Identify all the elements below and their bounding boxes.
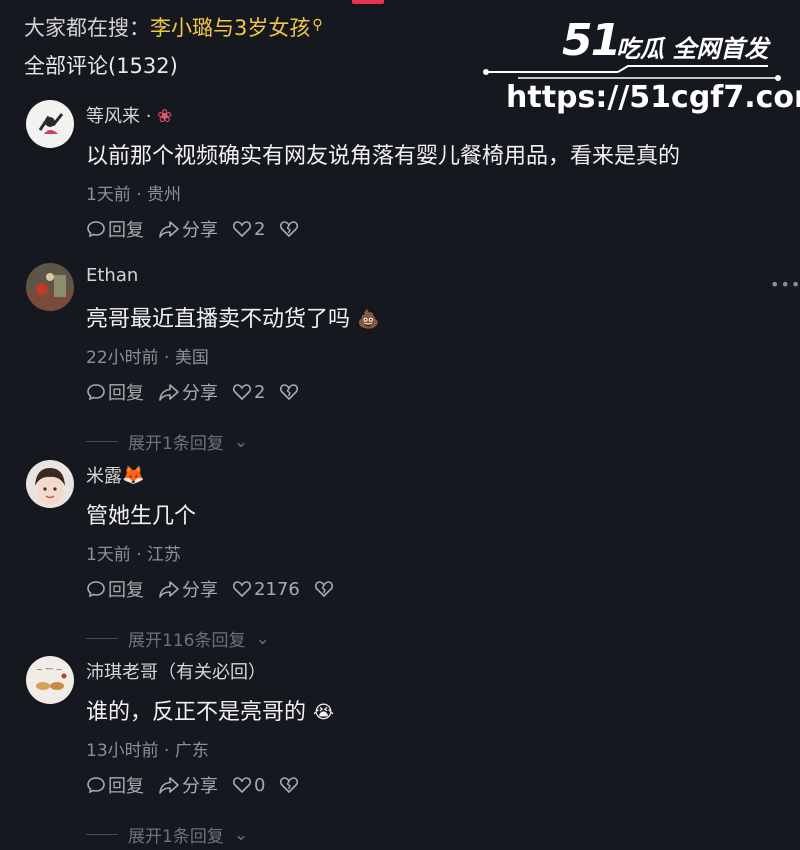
share-button[interactable]: 分享	[158, 576, 218, 602]
like-button[interactable]: 2176	[232, 579, 300, 600]
heart-icon	[232, 221, 252, 238]
crying-face-icon: 😭	[313, 702, 335, 723]
reply-button[interactable]: 回复	[86, 379, 144, 405]
heart-icon	[232, 777, 252, 794]
avatar[interactable]	[26, 460, 74, 508]
comment-meta: 13小时前 · 广东	[86, 741, 209, 761]
watermark-number: 51	[562, 15, 621, 66]
comment-username[interactable]: 沛琪老哥（有关必回）	[86, 658, 266, 684]
broken-heart-icon	[280, 384, 299, 401]
reply-button[interactable]: 回复	[86, 216, 144, 242]
like-button[interactable]: 2	[232, 382, 265, 403]
divider-dash	[86, 638, 118, 639]
comment-username[interactable]: Ethan	[86, 265, 138, 286]
search-prefix: 大家都在搜：	[24, 16, 150, 40]
dislike-button[interactable]	[314, 579, 334, 599]
chevron-down-icon: ⌄	[233, 431, 249, 452]
watermark-tagline: 吃瓜 全网首发	[616, 35, 769, 63]
dislike-button[interactable]	[279, 382, 299, 402]
watermark-url: https://51cgf7.com	[506, 80, 800, 115]
search-suggestion[interactable]: 大家都在搜：李小璐与3岁女孩 ⚲	[24, 12, 323, 42]
active-tab-indicator	[352, 0, 384, 4]
comment-actions: 回复 分享 2	[86, 379, 299, 405]
heart-icon	[232, 581, 252, 598]
divider-dash	[86, 441, 118, 442]
speech-bubble-icon	[87, 221, 105, 238]
fox-emoji-icon: 🦊	[122, 465, 145, 486]
flower-icon: ❀	[157, 106, 173, 127]
avatar[interactable]: ~ 一 ~	[26, 656, 74, 704]
comment-meta: 22小时前 · 美国	[86, 348, 209, 368]
reply-button[interactable]: 回复	[86, 772, 144, 798]
comment-text: 以前那个视频确实有网友说角落有婴儿餐椅用品，看来是真的	[86, 144, 681, 169]
comment-text: 谁的，反正不是亮哥的 😭	[86, 700, 335, 725]
reply-button[interactable]: 回复	[86, 576, 144, 602]
dislike-button[interactable]	[279, 775, 299, 795]
broken-heart-icon	[314, 581, 333, 598]
expand-replies-button[interactable]: 展开1条回复 ⌄	[86, 822, 248, 847]
speech-bubble-icon	[87, 581, 105, 598]
avatar[interactable]	[26, 263, 74, 311]
like-button[interactable]: 2	[232, 219, 265, 240]
speech-bubble-icon	[87, 384, 105, 401]
magnifier-icon: ⚲	[312, 17, 323, 33]
comment-text: 亮哥最近直播卖不动货了吗 💩	[86, 307, 380, 332]
comment-meta: 1天前 · 贵州	[86, 185, 182, 205]
broken-heart-icon	[280, 221, 299, 238]
share-arrow-icon	[159, 777, 179, 794]
chevron-down-icon: ⌄	[233, 824, 249, 845]
divider-dash	[86, 834, 118, 835]
avatar[interactable]	[26, 100, 74, 148]
comment-actions: 回复 分享 2176	[86, 576, 334, 602]
expand-replies-button[interactable]: 展开116条回复 ⌄	[86, 626, 270, 651]
like-button[interactable]: 0	[232, 775, 265, 796]
watermark-logo: 51 吃瓜 全网首发 https://51cgf7.com	[478, 14, 800, 124]
speech-bubble-icon	[87, 777, 105, 794]
comment-actions: 回复 分享 2	[86, 216, 299, 242]
comment-username[interactable]: 米露🦊	[86, 462, 144, 488]
comment-username[interactable]: 等风来 · ❀	[86, 102, 172, 128]
share-button[interactable]: 分享	[158, 772, 218, 798]
dislike-button[interactable]	[279, 219, 299, 239]
heart-icon	[232, 384, 252, 401]
svg-text:~ 一 ~: ~ 一 ~	[36, 665, 63, 674]
broken-heart-icon	[280, 777, 299, 794]
comments-count-title: 全部评论(1532)	[24, 54, 178, 78]
comment-text: 管她生几个	[86, 504, 197, 529]
share-button[interactable]: 分享	[158, 216, 218, 242]
share-arrow-icon	[159, 581, 179, 598]
chevron-down-icon: ⌄	[255, 628, 270, 649]
share-arrow-icon	[159, 384, 179, 401]
expand-replies-button[interactable]: 展开1条回复 ⌄	[86, 429, 248, 454]
more-options-icon[interactable]: •••	[770, 275, 800, 294]
poop-emoji-icon: 💩	[357, 309, 380, 330]
comment-actions: 回复 分享 0	[86, 772, 299, 798]
comment-meta: 1天前 · 江苏	[86, 545, 182, 565]
search-term-link[interactable]: 李小璐与3岁女孩	[150, 16, 310, 40]
share-arrow-icon	[159, 221, 179, 238]
share-button[interactable]: 分享	[158, 379, 218, 405]
